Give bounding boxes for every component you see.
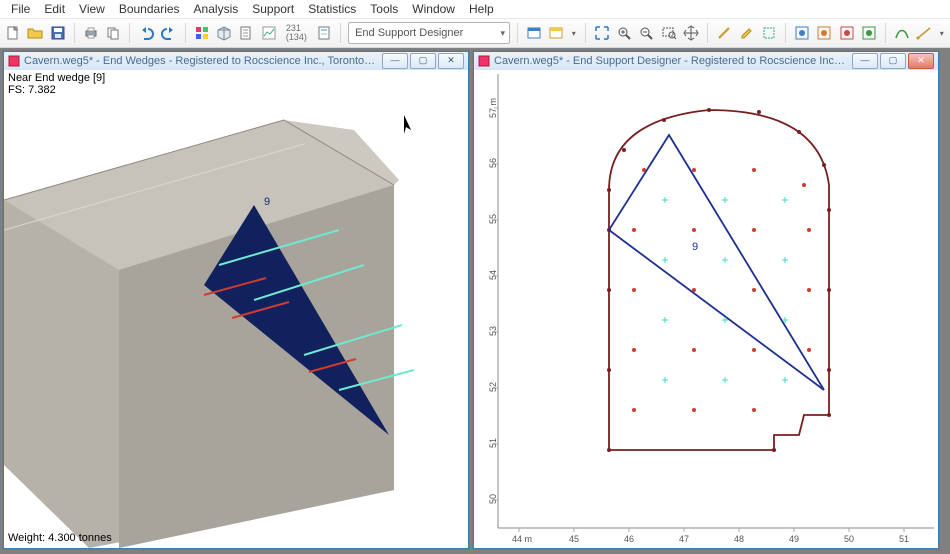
title-text: Cavern.weg5* - End Wedges - Registered t… <box>24 55 376 67</box>
viewport-plan[interactable]: 9 44 m 45 46 47 48 49 50 51 50 51 52 53 … <box>474 70 938 548</box>
window-support-designer: Cavern.weg5* - End Support Designer - Re… <box>473 51 939 549</box>
menu-help[interactable]: Help <box>462 2 501 16</box>
copy-icon[interactable] <box>104 22 122 44</box>
menu-file[interactable]: File <box>4 2 37 16</box>
print-icon[interactable] <box>82 22 100 44</box>
y-tick: 55 <box>488 214 498 224</box>
workspace: Cavern.weg5* - End Wedges - Registered t… <box>0 48 950 554</box>
chevron-down-icon[interactable]: ▾ <box>570 22 578 44</box>
separator <box>129 23 130 43</box>
factor-of-safety: FS: 7.382 <box>8 84 56 96</box>
menu-edit[interactable]: Edit <box>37 2 72 16</box>
wedge-num-3d: 9 <box>264 196 270 208</box>
pan-icon[interactable] <box>682 22 700 44</box>
x-tick: 48 <box>734 534 744 544</box>
chevron-down-icon: ▾ <box>501 28 506 39</box>
line-tool-icon[interactable] <box>915 22 933 44</box>
window-3d-view: Cavern.weg5* - End Wedges - Registered t… <box>3 51 469 549</box>
x-tick: 47 <box>679 534 689 544</box>
wedge-weight: Weight: 4.300 tonnes <box>8 532 112 544</box>
cursor-icon <box>404 115 411 134</box>
separator <box>517 23 518 43</box>
zoom-extent-icon[interactable] <box>593 22 611 44</box>
settings-orange-icon[interactable] <box>815 22 833 44</box>
zoom-out-icon[interactable] <box>637 22 655 44</box>
y-tick: 52 <box>488 382 498 392</box>
app-icon <box>8 55 20 67</box>
settings-red-icon[interactable] <box>837 22 855 44</box>
x-tick: 50 <box>844 534 854 544</box>
maximize-button[interactable]: ▢ <box>410 53 436 69</box>
display-options-icon[interactable] <box>525 22 543 44</box>
separator <box>885 23 886 43</box>
separator <box>185 23 186 43</box>
app-icon <box>478 55 490 67</box>
wedge-description: Near End wedge [9] <box>8 72 105 84</box>
x-tick: 49 <box>789 534 799 544</box>
separator <box>340 23 341 43</box>
bolt-tool-icon[interactable] <box>715 22 733 44</box>
y-tick: 54 <box>488 270 498 280</box>
view-3d-icon[interactable] <box>215 22 233 44</box>
y-tick: 57 m <box>488 98 498 118</box>
menu-statistics[interactable]: Statistics <box>301 2 363 16</box>
new-file-icon[interactable] <box>4 22 22 44</box>
x-tick: 45 <box>569 534 579 544</box>
view-grid-icon[interactable] <box>193 22 211 44</box>
separator <box>785 23 786 43</box>
report-icon[interactable] <box>315 22 333 44</box>
select-tool-icon[interactable] <box>760 22 778 44</box>
minimize-button[interactable]: — <box>852 53 878 69</box>
scene-3d: 9 <box>4 70 468 548</box>
view-mode-label: End Support Designer <box>355 27 463 39</box>
x-tick: 46 <box>624 534 634 544</box>
maximize-button[interactable]: ▢ <box>880 53 906 69</box>
menu-bar: File Edit View Boundaries Analysis Suppo… <box>0 0 950 18</box>
y-tick: 53 <box>488 326 498 336</box>
x-tick: 44 m <box>512 534 532 544</box>
view-mode-combo[interactable]: End Support Designer ▾ <box>348 22 510 44</box>
zoom-in-icon[interactable] <box>615 22 633 44</box>
close-button[interactable]: ✕ <box>438 53 464 69</box>
titlebar-support-designer[interactable]: Cavern.weg5* - End Support Designer - Re… <box>474 52 938 71</box>
curve-tool-icon[interactable] <box>893 22 911 44</box>
stat-readout-bottom: (134) <box>286 33 307 42</box>
y-tick: 50 <box>488 494 498 504</box>
plan-svg: 9 <box>474 70 938 548</box>
save-icon[interactable] <box>49 22 67 44</box>
settings-blue-icon[interactable] <box>793 22 811 44</box>
chart-icon[interactable] <box>260 22 278 44</box>
menu-window[interactable]: Window <box>405 2 462 16</box>
y-tick: 51 <box>488 438 498 448</box>
info-icon[interactable] <box>237 22 255 44</box>
close-button[interactable]: ✕ <box>908 53 934 69</box>
stat-readout: 231 (134) <box>286 24 307 42</box>
menu-view[interactable]: View <box>72 2 112 16</box>
viewport-3d[interactable]: 9 Near End wedge [9] FS: 7.382 Weight: 4… <box>4 70 468 548</box>
titlebar-3d-view[interactable]: Cavern.weg5* - End Wedges - Registered t… <box>4 52 468 71</box>
menu-boundaries[interactable]: Boundaries <box>112 2 187 16</box>
zoom-window-icon[interactable] <box>660 22 678 44</box>
settings-green-icon[interactable] <box>860 22 878 44</box>
chevron-down-icon[interactable]: ▾ <box>938 22 946 44</box>
y-tick: 56 <box>488 158 498 168</box>
menu-support[interactable]: Support <box>245 2 301 16</box>
minimize-button[interactable]: — <box>382 53 408 69</box>
menu-analysis[interactable]: Analysis <box>187 2 246 16</box>
edit-tool-icon[interactable] <box>737 22 755 44</box>
menu-tools[interactable]: Tools <box>363 2 405 16</box>
undo-icon[interactable] <box>137 22 155 44</box>
title-text: Cavern.weg5* - End Support Designer - Re… <box>494 55 846 67</box>
separator <box>707 23 708 43</box>
filter-icon[interactable] <box>547 22 565 44</box>
toolbar: 231 (134) End Support Designer ▾ ▾ <box>0 18 950 48</box>
redo-icon[interactable] <box>160 22 178 44</box>
open-folder-icon[interactable] <box>26 22 44 44</box>
wedge-num-plan: 9 <box>692 241 698 253</box>
x-tick: 51 <box>899 534 909 544</box>
separator <box>74 23 75 43</box>
separator <box>585 23 586 43</box>
